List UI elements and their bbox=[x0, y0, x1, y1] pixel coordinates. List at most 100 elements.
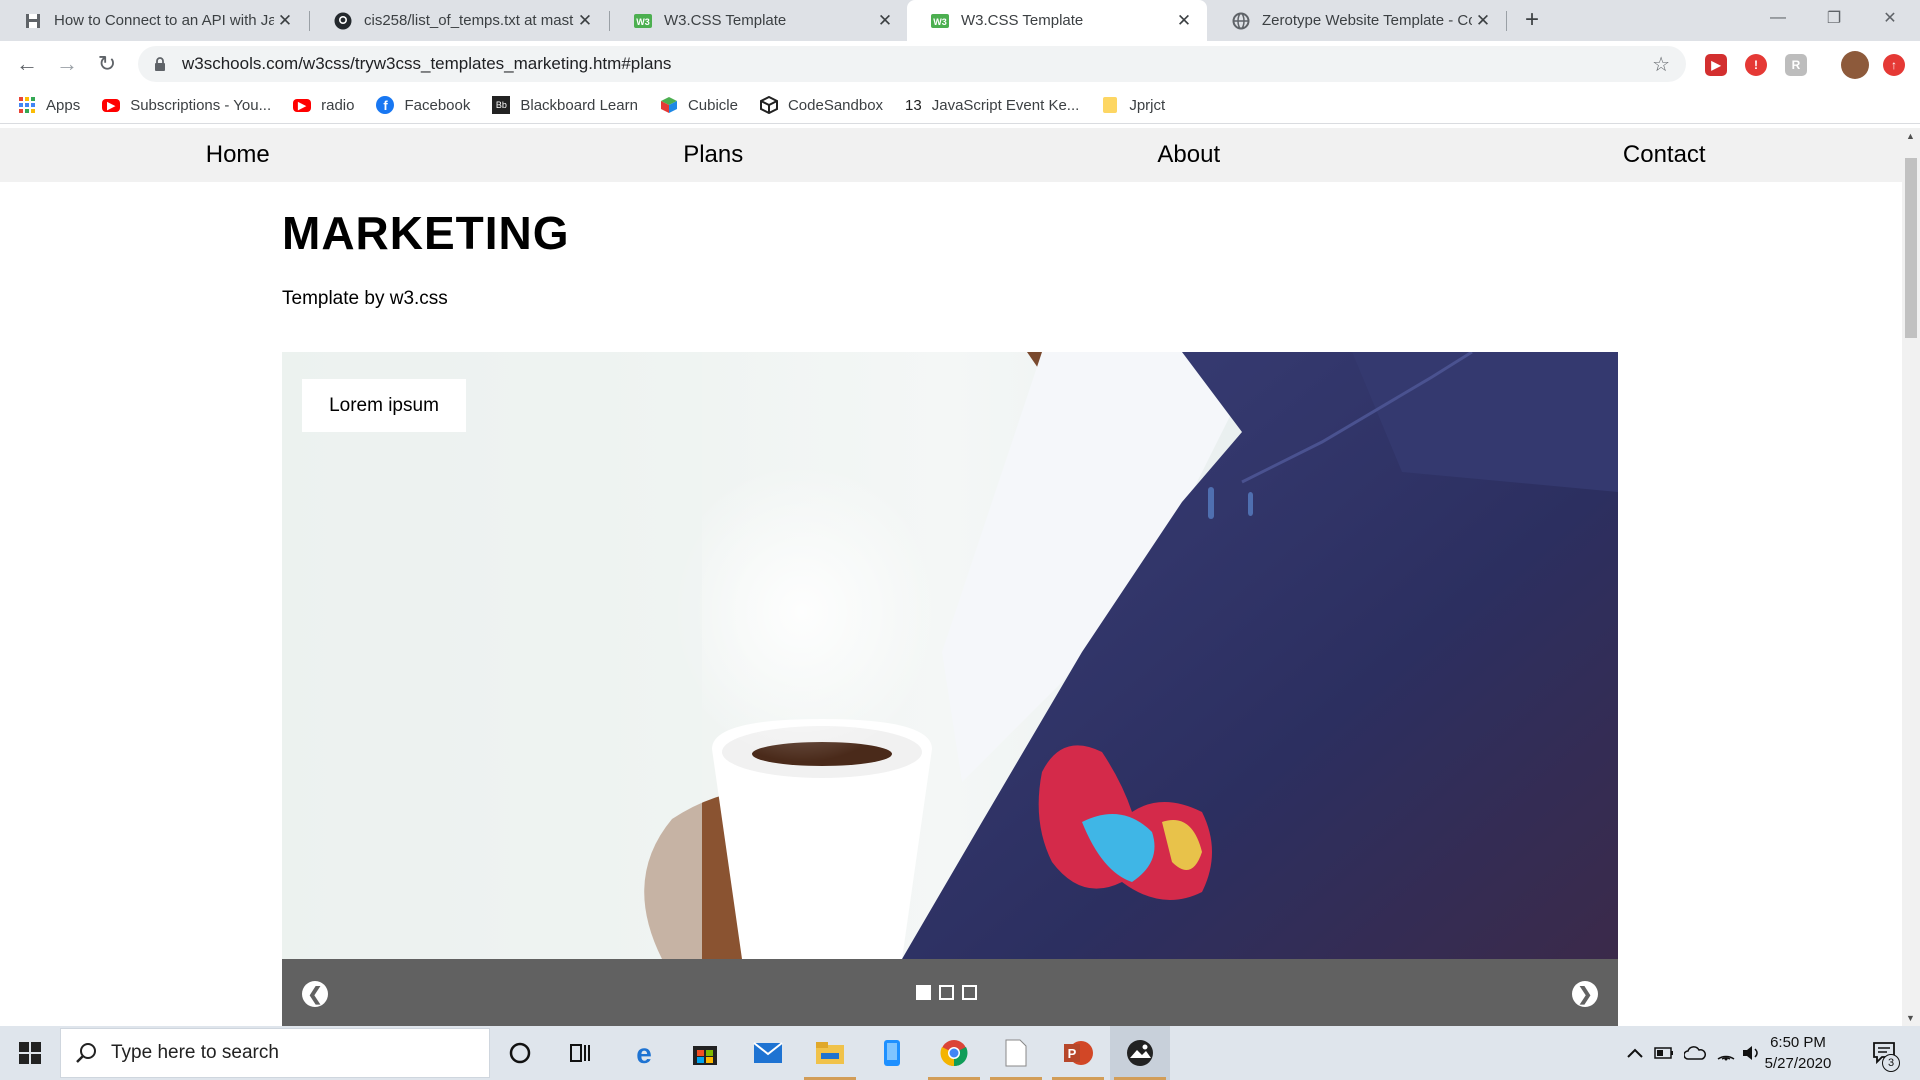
tab-title: Zerotype Website Template - Cor bbox=[1262, 12, 1472, 29]
action-center-icon[interactable]: 3 bbox=[1862, 1026, 1908, 1080]
globe-icon bbox=[1232, 12, 1250, 30]
slide-dot-3[interactable] bbox=[962, 985, 977, 1000]
reload-button[interactable]: ↻ bbox=[91, 48, 123, 80]
scroll-up-arrow[interactable]: ▲ bbox=[1906, 131, 1915, 141]
bookmark-blackboard[interactable]: Bb Blackboard Learn bbox=[492, 96, 638, 114]
close-tab-icon[interactable]: ✕ bbox=[274, 11, 296, 31]
thirteen-icon: 13 bbox=[905, 96, 922, 114]
tab-w3css-1[interactable]: W3 W3.CSS Template ✕ bbox=[610, 0, 908, 41]
extension-red-icon[interactable]: ▶ bbox=[1705, 54, 1727, 76]
profile-avatar[interactable] bbox=[1841, 51, 1869, 79]
top-navigation: Home Plans About Contact bbox=[0, 128, 1902, 182]
new-tab-button[interactable]: + bbox=[1518, 6, 1546, 34]
nav-about[interactable]: About bbox=[951, 128, 1427, 182]
tab-strip: How to Connect to an API with Ja ✕ cis25… bbox=[0, 0, 1920, 41]
nav-plans[interactable]: Plans bbox=[476, 128, 952, 182]
system-clock[interactable]: 6:50 PM 5/27/2020 bbox=[1760, 1032, 1836, 1074]
url-text: w3schools.com/w3css/tryw3css_templates_m… bbox=[182, 54, 672, 73]
bookmark-label: CodeSandbox bbox=[787, 96, 884, 114]
bookmark-radio[interactable]: ▶ radio bbox=[293, 97, 354, 114]
clock-date: 5/27/2020 bbox=[1764, 1055, 1832, 1072]
page-scrollbar[interactable]: ▲ ▼ bbox=[1902, 128, 1920, 1026]
store-icon[interactable] bbox=[675, 1026, 735, 1080]
close-tab-icon[interactable]: ✕ bbox=[1472, 11, 1494, 31]
bookmark-label: Jprjct bbox=[1129, 96, 1166, 114]
bookmark-cubicle[interactable]: Cubicle bbox=[660, 96, 738, 114]
maximize-button[interactable]: ❐ bbox=[1806, 0, 1862, 36]
bookmark-facebook[interactable]: f Facebook bbox=[376, 96, 470, 114]
nav-contact[interactable]: Contact bbox=[1427, 128, 1903, 182]
scrollbar-thumb[interactable] bbox=[1905, 158, 1917, 338]
scroll-down-arrow[interactable]: ▼ bbox=[1906, 1013, 1915, 1023]
svg-text:P: P bbox=[1068, 1046, 1077, 1061]
folder-icon bbox=[1101, 96, 1119, 114]
bookmark-js-event-keycodes[interactable]: 13 JavaScript Event Ke... bbox=[905, 96, 1079, 114]
browser-toolbar: ← → ↻ w3schools.com/w3css/tryw3css_templ… bbox=[0, 41, 1920, 87]
battery-icon[interactable] bbox=[1650, 1026, 1678, 1080]
bookmark-folder-jprjct[interactable]: Jprjct bbox=[1101, 96, 1165, 114]
svg-text:e: e bbox=[636, 1039, 652, 1067]
bookmark-label: JavaScript Event Ke... bbox=[931, 96, 1080, 114]
clock-time: 6:50 PM bbox=[1770, 1034, 1826, 1051]
tab-title: How to Connect to an API with Ja bbox=[54, 12, 274, 29]
powerpoint-icon[interactable]: P bbox=[1048, 1026, 1108, 1080]
address-bar[interactable]: w3schools.com/w3css/tryw3css_templates_m… bbox=[138, 46, 1686, 82]
close-window-button[interactable]: ✕ bbox=[1862, 0, 1918, 36]
tab-api-article[interactable]: How to Connect to an API with Ja ✕ bbox=[0, 0, 308, 41]
minimize-button[interactable]: — bbox=[1750, 0, 1806, 36]
w3-icon: W3 bbox=[931, 12, 949, 30]
close-tab-icon[interactable]: ✕ bbox=[874, 11, 896, 31]
edge-icon[interactable]: e bbox=[614, 1026, 674, 1080]
extension-ublock-icon[interactable]: ! bbox=[1745, 54, 1767, 76]
tab-title: W3.CSS Template bbox=[664, 12, 787, 29]
close-tab-icon[interactable]: ✕ bbox=[574, 11, 596, 31]
notepad-icon[interactable] bbox=[986, 1026, 1046, 1080]
slide-dot-1[interactable] bbox=[916, 985, 931, 1000]
update-icon[interactable]: ↑ bbox=[1883, 54, 1905, 76]
back-button[interactable]: ← bbox=[11, 48, 43, 80]
bookmark-subscriptions[interactable]: ▶ Subscriptions - You... bbox=[102, 97, 271, 114]
close-tab-icon[interactable]: ✕ bbox=[1173, 11, 1195, 31]
show-hidden-icons-chevron[interactable] bbox=[1622, 1026, 1648, 1080]
document-icon bbox=[24, 12, 42, 30]
next-slide-button[interactable]: ❯ bbox=[1572, 981, 1598, 1007]
task-view-icon[interactable] bbox=[550, 1026, 610, 1080]
wifi-icon[interactable] bbox=[1712, 1026, 1740, 1080]
photos-icon[interactable] bbox=[1110, 1026, 1170, 1080]
bookmark-label: Blackboard Learn bbox=[520, 96, 638, 114]
nav-home[interactable]: Home bbox=[0, 128, 476, 182]
start-button[interactable] bbox=[0, 1026, 60, 1080]
onedrive-cloud-icon[interactable] bbox=[1680, 1026, 1710, 1080]
cortana-icon[interactable] bbox=[490, 1026, 550, 1080]
search-icon bbox=[75, 1042, 97, 1064]
bookmarks-bar: Apps ▶ Subscriptions - You... ▶ radio f … bbox=[0, 87, 1920, 124]
page-viewport: Home Plans About Contact MARKETING Templ… bbox=[0, 128, 1902, 1026]
prev-slide-button[interactable]: ❮ bbox=[302, 981, 328, 1007]
github-icon bbox=[334, 12, 352, 30]
slide-caption: Lorem ipsum bbox=[302, 379, 466, 432]
bookmark-codesandbox[interactable]: CodeSandbox bbox=[759, 96, 884, 114]
tab-title: W3.CSS Template bbox=[961, 12, 1084, 29]
extension-gray-icon[interactable]: R bbox=[1785, 54, 1807, 76]
tab-zerotype[interactable]: Zerotype Website Template - Cor ✕ bbox=[1208, 0, 1506, 41]
notification-count-badge: 3 bbox=[1882, 1054, 1900, 1072]
mail-icon[interactable] bbox=[738, 1026, 798, 1080]
page-title: MARKETING bbox=[282, 207, 570, 259]
tab-github[interactable]: cis258/list_of_temps.txt at master ✕ bbox=[310, 0, 608, 41]
slide-dot-2[interactable] bbox=[939, 985, 954, 1000]
lock-icon bbox=[152, 56, 168, 72]
slide-image-coffee-suit: Lorem ipsum bbox=[282, 352, 1618, 959]
w3-icon: W3 bbox=[634, 12, 652, 30]
bookmark-star-icon[interactable]: ☆ bbox=[1652, 52, 1670, 77]
forward-button[interactable]: → bbox=[51, 48, 83, 80]
file-explorer-icon[interactable] bbox=[800, 1026, 860, 1080]
taskbar-search-box[interactable]: Type here to search bbox=[60, 1028, 490, 1078]
windows-icon bbox=[19, 1042, 41, 1064]
phone-icon[interactable] bbox=[862, 1026, 922, 1080]
bookmark-apps[interactable]: Apps bbox=[18, 96, 80, 114]
codesandbox-icon bbox=[759, 96, 778, 114]
cube-icon bbox=[660, 96, 678, 114]
tab-w3css-active[interactable]: W3 W3.CSS Template ✕ bbox=[907, 0, 1207, 41]
slideshow: Lorem ipsum ❮ ❯ bbox=[282, 352, 1618, 1026]
chrome-icon[interactable] bbox=[924, 1026, 984, 1080]
